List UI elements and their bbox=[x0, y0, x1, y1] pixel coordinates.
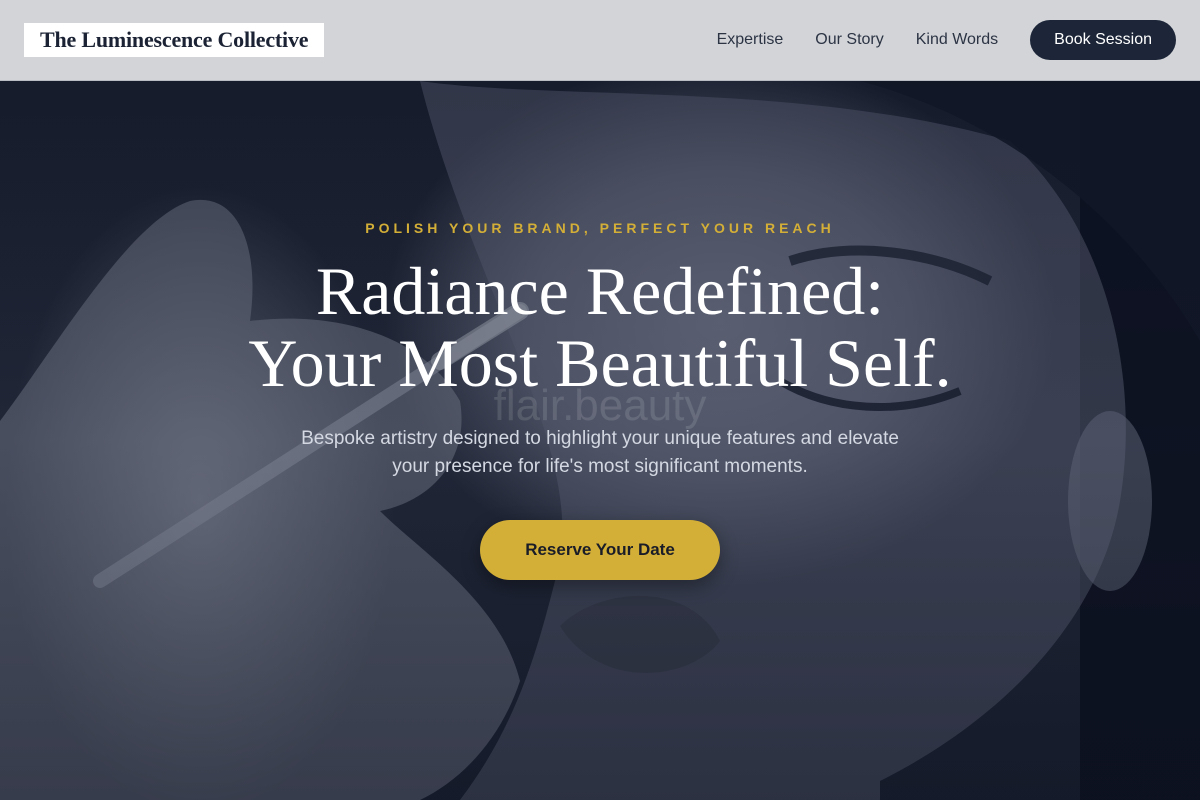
headline-line-1: Radiance Redefined: bbox=[315, 253, 885, 329]
hero-subtext: Bespoke artistry designed to highlight y… bbox=[301, 428, 899, 477]
nav-link-kind-words[interactable]: Kind Words bbox=[916, 31, 998, 49]
hero-section: POLISH YOUR BRAND, PERFECT YOUR REACH Ra… bbox=[0, 81, 1200, 800]
site-header: The Luminescence Collective Expertise Ou… bbox=[0, 0, 1200, 81]
book-session-button[interactable]: Book Session bbox=[1030, 20, 1176, 60]
site-logo[interactable]: The Luminescence Collective bbox=[24, 23, 325, 57]
hero-tagline: POLISH YOUR BRAND, PERFECT YOUR REACH bbox=[365, 220, 835, 236]
reserve-date-button[interactable]: Reserve Your Date bbox=[480, 520, 720, 580]
hero-headline: Radiance Redefined: Your Most Beautiful … bbox=[0, 255, 1200, 399]
main-nav: Expertise Our Story Kind Words Book Sess… bbox=[717, 20, 1176, 60]
nav-link-expertise[interactable]: Expertise bbox=[717, 31, 784, 49]
hero-content: POLISH YOUR BRAND, PERFECT YOUR REACH Ra… bbox=[0, 81, 1200, 800]
watermark-text: flair.beauty bbox=[493, 381, 707, 430]
nav-link-our-story[interactable]: Our Story bbox=[815, 31, 883, 49]
